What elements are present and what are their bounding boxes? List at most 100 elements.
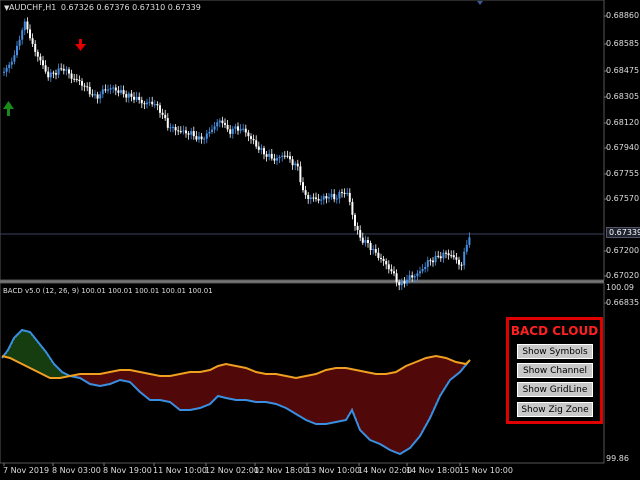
candle-body	[302, 182, 304, 191]
candle-body	[120, 90, 122, 93]
candle-body	[192, 131, 195, 137]
candle-body	[42, 60, 44, 66]
candle-body	[73, 78, 76, 80]
candle-body	[21, 30, 24, 40]
candle-body	[413, 276, 416, 278]
price-label: 0.67755	[606, 169, 640, 178]
candle-body	[231, 128, 234, 134]
candle-body	[289, 156, 291, 160]
candle-body	[205, 133, 208, 139]
candle-body	[307, 194, 310, 199]
indicator-info: BACD v5.0 (12, 26, 9) 100.01 100.01 100.…	[3, 287, 213, 295]
show-symbols-button[interactable]: Show Symbols	[517, 344, 593, 359]
candle-body	[39, 56, 42, 61]
candle-body	[187, 133, 190, 135]
cloud-group	[2, 330, 470, 454]
time-label: 8 Nov 19:00	[103, 466, 152, 475]
candle-body	[140, 99, 143, 104]
show-channel-button[interactable]: Show Channel	[517, 363, 593, 378]
candle-body	[143, 103, 146, 105]
candle-body	[88, 87, 91, 95]
candle-body	[234, 126, 237, 129]
candle-body	[377, 252, 380, 258]
candle-body	[354, 214, 356, 226]
show-gridline-button[interactable]: Show GridLine	[517, 382, 593, 397]
candle-body	[296, 163, 299, 167]
candle-body	[424, 266, 427, 270]
candle-body	[10, 61, 13, 65]
time-label: 14 Nov 02:00	[358, 466, 412, 475]
candle-body	[447, 253, 450, 256]
candle-body	[208, 131, 211, 134]
price-label: 0.68305	[606, 92, 640, 101]
bacd-cloud-panel: BACD CLOUD Show Symbols Show Channel Sho…	[506, 317, 603, 424]
candle-body	[268, 153, 271, 157]
candle-body	[348, 192, 351, 202]
candle-body	[78, 79, 81, 82]
candle-body	[229, 129, 232, 134]
candle-body	[455, 257, 458, 260]
candle-body	[109, 88, 112, 90]
candle-body	[52, 72, 55, 74]
candle-body	[260, 148, 263, 150]
sell-arrow-icon	[75, 39, 86, 51]
symbol-name: AUDCHF,H1	[9, 3, 57, 12]
candle-body	[75, 79, 78, 81]
candle-body	[359, 230, 362, 238]
candle-body	[83, 85, 86, 87]
candle-body	[195, 136, 198, 140]
candle-body	[385, 260, 388, 265]
candle-body	[104, 89, 107, 91]
candle-body	[356, 225, 359, 231]
candle-body	[26, 21, 29, 30]
candle-body	[5, 67, 8, 72]
candle-body	[36, 51, 39, 57]
candle-body	[276, 158, 278, 161]
main-chart-frame	[0, 0, 605, 281]
candle-body	[13, 55, 16, 62]
price-label: 0.68120	[606, 118, 640, 127]
panel-title: BACD CLOUD	[510, 324, 599, 338]
candle-body	[44, 65, 47, 72]
candle-body	[47, 71, 50, 78]
candle-body	[291, 159, 294, 166]
candle-body	[135, 96, 138, 100]
price-label: 0.67020	[606, 271, 640, 280]
candle-body	[68, 69, 70, 74]
candle-body	[320, 199, 323, 201]
candle-body	[263, 148, 265, 155]
candle-body	[114, 87, 117, 91]
candle-body	[317, 198, 320, 201]
candle-body	[101, 89, 104, 95]
price-label: 0.67200	[606, 246, 640, 255]
candle-body	[122, 90, 125, 95]
candle-body	[127, 93, 130, 98]
candle-body	[169, 127, 172, 129]
candle-body	[278, 156, 281, 159]
time-label: 14 Nov 18:00	[406, 466, 460, 475]
candle-body	[382, 258, 385, 261]
candle-body	[216, 122, 219, 127]
candle-body	[458, 259, 460, 265]
candle-body	[198, 136, 200, 140]
time-label: 12 Nov 02:00	[205, 466, 259, 475]
candle-body	[203, 138, 206, 140]
candle-body	[439, 256, 442, 259]
candle-body	[70, 73, 73, 79]
candle-body	[403, 281, 406, 284]
candle-body	[330, 193, 333, 198]
candle-body	[16, 45, 18, 56]
time-label: 15 Nov 10:00	[459, 466, 513, 475]
chart-shift-icon	[477, 1, 483, 5]
candle-body	[346, 192, 349, 194]
candle-body	[299, 166, 302, 183]
candle-body	[239, 129, 242, 131]
candle-body	[247, 132, 250, 137]
candle-body	[434, 255, 437, 263]
show-zig-zone-button[interactable]: Show Zig Zone	[517, 402, 593, 417]
candle-body	[335, 198, 338, 200]
fast-line	[1, 328, 471, 456]
candle-body	[57, 68, 60, 75]
candle-body	[174, 127, 177, 131]
candle-body	[211, 129, 213, 132]
